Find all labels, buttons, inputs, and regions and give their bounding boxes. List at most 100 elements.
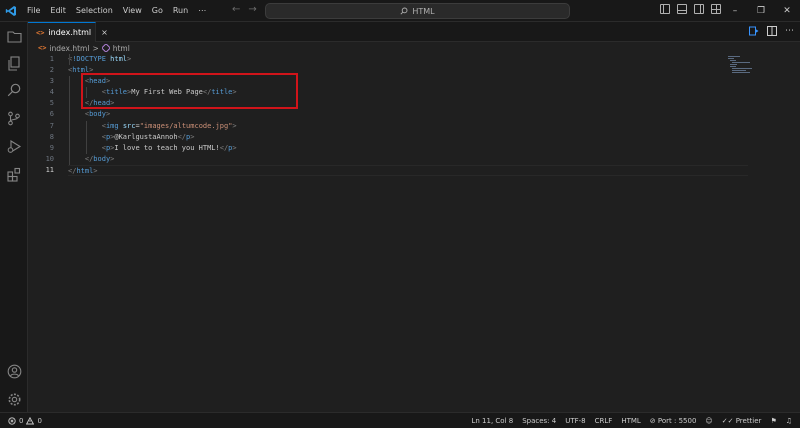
code-token: </ [177,132,187,141]
live-server-port[interactable]: ⊘ Port : 5500 [650,417,697,425]
copilot-icon[interactable]: ☺ [705,417,712,425]
symbol-element-icon [101,44,110,52]
editor-tab-bar: <> index.html × ⋯ [28,22,800,42]
indentation[interactable]: Spaces: 4 [522,417,556,425]
line-number: 2 [49,66,54,75]
back-arrow-icon[interactable]: ← [232,4,240,15]
code-line[interactable]: </html> [68,164,748,177]
menu-run[interactable]: Run [168,0,193,22]
head-section-highlight [81,73,298,109]
tab-label: index.html [48,28,92,37]
menu-bar: File Edit Selection View Go Run ⋯ [22,0,211,22]
port-label: Port : 5500 [657,416,697,425]
tab-index-html[interactable]: <> index.html × [28,22,108,42]
run-debug-icon[interactable] [6,138,22,154]
search-icon [400,7,408,15]
source-control-icon[interactable] [6,110,22,126]
indent-guide [85,131,87,143]
toggle-panel-icon[interactable] [677,4,687,14]
customize-layout-icon[interactable] [711,4,721,14]
line-number: 3 [49,77,54,86]
forward-arrow-icon[interactable]: → [248,4,256,15]
prettier-status[interactable]: ✓✓ Prettier [722,417,762,425]
indent-guide [69,153,70,165]
minimap-line [728,58,734,59]
feedback-icon[interactable]: ⚑ [770,417,776,425]
code-line[interactable]: <p>I love to teach you HTML!</p> [68,142,748,154]
restore-icon[interactable]: ❐ [748,0,774,22]
status-right-items: Ln 11, Col 8 Spaces: 4 UTF-8 CRLF HTML ⊘… [471,413,792,428]
code-editor[interactable]: 1 2 3 4 5 6 7 8 9 10 11 <!DOCTYPE html> <html> <hea… [28,54,800,412]
menu-edit[interactable]: Edit [45,0,71,22]
extensions-icon[interactable] [6,166,22,182]
menu-view[interactable]: View [118,0,147,22]
toggle-primary-sidebar-icon[interactable] [660,4,670,14]
navigation-arrows: ← → [232,4,257,15]
indent-guide [85,120,87,132]
code-line[interactable]: <p>@KarlgustaAnnoh</p> [68,131,748,143]
files-icon[interactable] [6,55,22,71]
encoding[interactable]: UTF-8 [565,417,585,425]
code-token: I love to teach you HTML! [114,143,220,152]
notifications-bell-icon[interactable]: ♫ [786,417,792,425]
error-icon [8,416,16,425]
indent-guide [69,98,70,110]
cursor-position[interactable]: Ln 11, Col 8 [471,417,513,425]
command-center-search[interactable]: HTML [265,3,570,19]
code-line[interactable]: <img src="images/altumcode.jpg"> [68,120,748,132]
line-number: 1 [49,55,54,63]
minimap-line [728,56,740,57]
code-token: "images/altumcode.jpg" [139,121,233,130]
indent-guide [85,142,87,154]
line-number: 4 [49,88,54,97]
language-mode[interactable]: HTML [621,417,640,425]
tab-close-icon[interactable]: × [101,28,108,37]
close-window-icon[interactable]: ✕ [774,0,800,22]
split-editor-icon[interactable] [767,26,777,36]
end-of-line[interactable]: CRLF [595,417,613,425]
code-token: > [232,121,237,130]
line-number: 5 [49,99,54,108]
menu-go[interactable]: Go [147,0,168,22]
activity-bar [0,22,28,412]
html-file-icon: <> [38,44,47,52]
explorer-icon[interactable] [6,28,22,44]
minimap-line [730,66,736,67]
menu-selection[interactable]: Selection [71,0,118,22]
open-preview-icon[interactable] [749,26,759,36]
minimap-line [730,64,737,65]
code-line[interactable]: <!DOCTYPE html> [68,54,748,66]
menu-file[interactable]: File [22,0,45,22]
title-bar: File Edit Selection View Go Run ⋯ ← → HT… [0,0,800,22]
code-line[interactable]: <body> [68,109,748,121]
minimap-line [732,72,750,73]
line-number: 9 [49,143,54,152]
minimap-line [730,60,736,61]
code-token: @KarlgustaAnnoh [114,132,178,141]
minimize-icon[interactable]: – [722,0,748,22]
code-token: > [105,110,111,119]
code-token: > [110,154,115,163]
settings-gear-icon[interactable] [6,391,22,407]
more-actions-icon[interactable]: ⋯ [785,26,794,36]
menu-more[interactable]: ⋯ [193,0,211,22]
breadcrumb-file[interactable]: index.html [49,44,89,53]
code-token: > [232,143,237,152]
code-token: img [105,121,119,130]
code-line[interactable]: </body> [68,153,748,165]
code-token: body [93,154,111,163]
breadcrumb-symbol[interactable]: html [113,44,130,53]
html-file-icon: <> [36,28,45,37]
warning-icon [26,416,35,424]
indent-guide [69,54,70,66]
code-token: > [127,55,132,63]
status-bar: 0 0 Ln 11, Col 8 Spaces: 4 UTF-8 CRLF HT… [0,412,800,428]
minimap-line [732,62,750,63]
toggle-secondary-sidebar-icon[interactable] [694,4,704,14]
search-view-icon[interactable] [6,82,22,98]
minimap[interactable] [728,54,768,84]
problems-indicator[interactable]: 0 0 [0,416,42,425]
account-icon[interactable] [6,363,22,379]
